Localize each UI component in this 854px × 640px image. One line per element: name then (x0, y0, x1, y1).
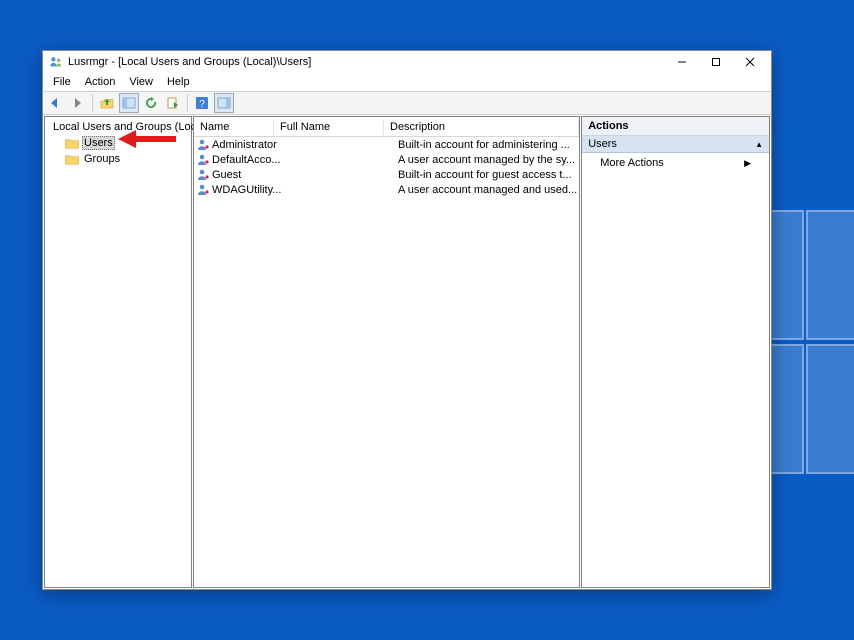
cell-description: Built-in account for administering ... (398, 139, 577, 151)
cell-description: A user account managed by the sy... (398, 154, 577, 166)
col-name[interactable]: Name (194, 119, 274, 135)
table-row[interactable]: DefaultAcco... A user account managed by … (194, 152, 579, 167)
back-button[interactable] (46, 93, 66, 113)
cell-description: Built-in account for guest access t... (398, 169, 577, 181)
menu-file[interactable]: File (47, 75, 77, 89)
actions-section-users[interactable]: Users ▲ (582, 136, 769, 153)
cell-name: WDAGUtility... (212, 184, 288, 196)
actions-header: Actions (582, 117, 769, 136)
menu-view[interactable]: View (123, 75, 159, 89)
table-row[interactable]: Guest Built-in account for guest access t… (194, 167, 579, 182)
table-row[interactable]: Administrator Built-in account for admini… (194, 137, 579, 152)
table-row[interactable]: WDAGUtility... A user account managed and… (194, 182, 579, 197)
up-button[interactable] (97, 93, 117, 113)
export-list-button[interactable] (163, 93, 183, 113)
collapse-icon: ▲ (755, 140, 763, 149)
toolbar: ? (43, 91, 771, 115)
cell-name: DefaultAcco... (212, 154, 288, 166)
lusrmgr-window: Lusrmgr - [Local Users and Groups (Local… (42, 50, 772, 590)
actions-section-label: Users (588, 138, 617, 150)
tree-root-label: Local Users and Groups (Local) (51, 121, 210, 133)
help-button[interactable]: ? (192, 93, 212, 113)
col-description[interactable]: Description (384, 119, 579, 135)
tree-item-groups[interactable]: Groups (47, 151, 189, 167)
chevron-right-icon: ▶ (744, 158, 751, 169)
list-pane: Name Full Name Description Administrator… (193, 116, 580, 588)
list-header: Name Full Name Description (194, 117, 579, 137)
actions-pane: Actions Users ▲ More Actions ▶ (581, 116, 770, 588)
tree-root[interactable]: Local Users and Groups (Local) (47, 119, 189, 135)
forward-button[interactable] (68, 93, 88, 113)
titlebar[interactable]: Lusrmgr - [Local Users and Groups (Local… (43, 51, 771, 73)
svg-text:?: ? (199, 99, 205, 110)
tree-item-users[interactable]: Users (47, 135, 189, 151)
col-fullname[interactable]: Full Name (274, 119, 384, 135)
folder-icon (65, 137, 79, 149)
folder-icon (65, 153, 79, 165)
show-hide-tree-button[interactable] (119, 93, 139, 113)
refresh-button[interactable] (141, 93, 161, 113)
menu-help[interactable]: Help (161, 75, 196, 89)
show-hide-actions-button[interactable] (214, 93, 234, 113)
close-button[interactable] (733, 51, 767, 73)
maximize-button[interactable] (699, 51, 733, 73)
menu-action[interactable]: Action (79, 75, 122, 89)
cell-description: A user account managed and used... (398, 184, 577, 196)
minimize-button[interactable] (665, 51, 699, 73)
menubar: File Action View Help (43, 73, 771, 91)
window-title: Lusrmgr - [Local Users and Groups (Local… (68, 56, 665, 68)
actions-more[interactable]: More Actions ▶ (582, 153, 769, 173)
cell-name: Guest (212, 169, 288, 181)
cell-name: Administrator (212, 139, 288, 151)
tree-pane: Local Users and Groups (Local) Users Gro… (44, 116, 192, 588)
app-icon (49, 55, 63, 69)
tree-groups-label: Groups (82, 153, 122, 165)
actions-more-label: More Actions (600, 157, 664, 169)
tree-users-label: Users (82, 136, 115, 150)
